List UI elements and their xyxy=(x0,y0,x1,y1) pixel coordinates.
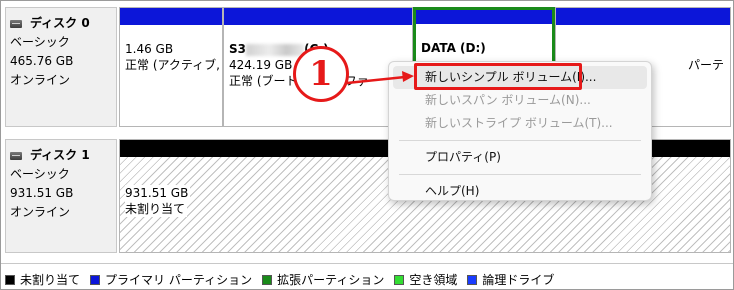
unallocated-label: 未割り当て xyxy=(125,201,188,217)
legend-label: プライマリ パーティション xyxy=(105,273,253,287)
legend-label: 論理ドライブ xyxy=(482,273,555,287)
partition-bar xyxy=(224,8,412,25)
partition-bar xyxy=(120,8,222,25)
legend-label: 未割り当て xyxy=(20,273,81,287)
disk-management-panel: ディスク 0 ベーシック 465.76 GB オンライン 1.46 GB 正常 … xyxy=(0,0,734,290)
disk-type: ベーシック xyxy=(10,35,70,49)
legend-swatch xyxy=(394,274,405,285)
legend-swatch xyxy=(5,274,15,285)
legend-item-primary: プライマリ パーティション xyxy=(90,271,252,288)
legend: 未割り当て プライマリ パーティション 拡張パーティション 空き領域 論理ドライ… xyxy=(1,263,733,290)
disk-0-info[interactable]: ディスク 0 ベーシック 465.76 GB オンライン xyxy=(5,7,117,127)
disk-size: 931.51 GB xyxy=(10,186,74,200)
legend-swatch xyxy=(262,274,273,285)
disk-size: 465.76 GB xyxy=(10,54,74,68)
legend-item-logical: 論理ドライブ xyxy=(467,271,554,288)
partition-size: 1.46 GB xyxy=(125,42,174,56)
step-number-badge: 1 xyxy=(293,46,349,102)
partition-status: 正常 (アクティブ, xyxy=(125,58,220,72)
menu-separator xyxy=(399,140,641,141)
unallocated-size: 931.51 GB xyxy=(125,185,191,201)
menu-item-help[interactable]: ヘルプ(H) xyxy=(393,180,647,203)
legend-item-extended: 拡張パーティション xyxy=(262,271,384,288)
disk-status: オンライン xyxy=(10,73,71,87)
highlight-box xyxy=(414,63,582,90)
partition-bar xyxy=(556,8,730,25)
legend-item-free-space: 空き領域 xyxy=(394,271,457,288)
legend-label: 空き領域 xyxy=(409,273,458,287)
disk-name: ディスク 0 xyxy=(30,16,90,30)
menu-item-new-spanned-volume[interactable]: 新しいスパン ボリューム(N)... xyxy=(393,89,647,112)
legend-swatch xyxy=(90,274,101,285)
menu-separator xyxy=(399,174,641,175)
volume-name-prefix: S3 xyxy=(229,42,246,56)
partition-status: パーテ xyxy=(688,58,725,72)
disk-type: ベーシック xyxy=(10,167,70,181)
menu-item-properties[interactable]: プロパティ(P) xyxy=(393,146,647,169)
legend-swatch xyxy=(467,274,478,285)
disk-icon xyxy=(10,151,22,160)
legend-item-unallocated: 未割り当て xyxy=(5,271,80,288)
disk-icon xyxy=(10,19,22,28)
volume-name: DATA (D:) xyxy=(421,41,486,55)
legend-label: 拡張パーティション xyxy=(277,273,385,287)
redacted-text xyxy=(246,43,304,56)
partition-system[interactable]: 1.46 GB 正常 (アクティブ, xyxy=(119,7,223,127)
partition-bar xyxy=(416,10,552,24)
menu-item-new-striped-volume[interactable]: 新しいストライプ ボリューム(T)... xyxy=(393,112,647,135)
disk-status: オンライン xyxy=(10,205,71,219)
disk-1-info[interactable]: ディスク 1 ベーシック 931.51 GB オンライン xyxy=(5,139,117,253)
disk-name: ディスク 1 xyxy=(30,148,90,162)
